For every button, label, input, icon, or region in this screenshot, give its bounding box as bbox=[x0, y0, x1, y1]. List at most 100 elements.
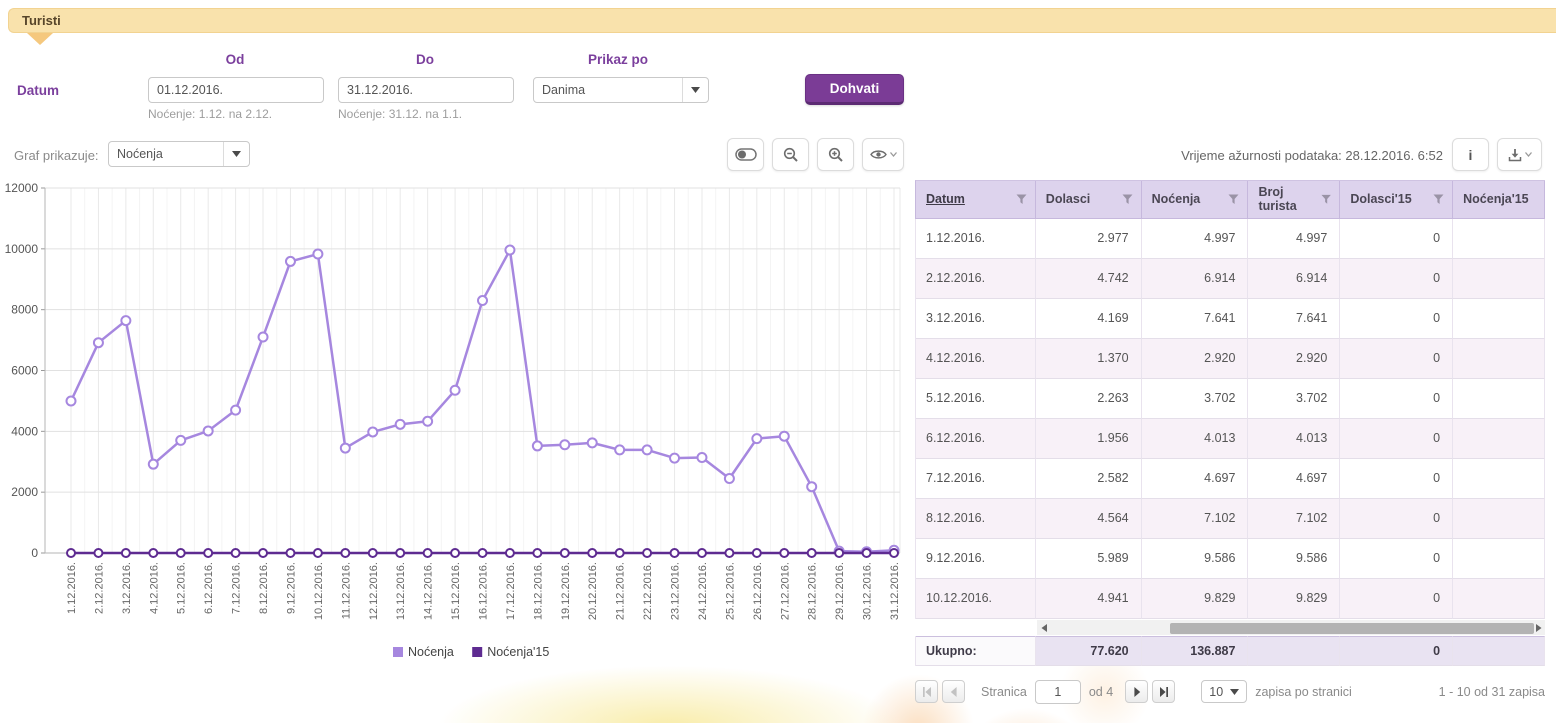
table-cell: 0 bbox=[1340, 539, 1453, 579]
table-row[interactable]: 1.12.2016.2.9774.9974.9970 bbox=[915, 219, 1545, 259]
svg-text:6000: 6000 bbox=[11, 364, 38, 378]
dohvati-button[interactable]: Dohvati bbox=[805, 74, 904, 105]
filter-icon[interactable] bbox=[1122, 194, 1133, 205]
column-header-5[interactable]: Dolasci'15 bbox=[1340, 181, 1453, 219]
od-label: Od bbox=[210, 52, 260, 67]
horizontal-scrollbar[interactable] bbox=[915, 619, 1545, 636]
table-row[interactable]: 9.12.2016.5.9899.5869.5860 bbox=[915, 539, 1545, 579]
table-cell: 4.697 bbox=[1142, 459, 1249, 499]
table-row[interactable]: 2.12.2016.4.7426.9146.9140 bbox=[915, 259, 1545, 299]
svg-text:29.12.2016.: 29.12.2016. bbox=[834, 562, 846, 620]
filter-icon[interactable] bbox=[1321, 194, 1331, 205]
date-to-hint: Noćenje: 31.12. na 1.1. bbox=[338, 107, 462, 121]
svg-text:6.12.2016.: 6.12.2016. bbox=[203, 562, 215, 614]
table-cell: 4.697 bbox=[1248, 459, 1340, 499]
toggle-icon bbox=[735, 148, 757, 161]
table-header-row: DatumDolasciNoćenjaBroj turistaDolasci'1… bbox=[915, 180, 1545, 219]
tab-turisti-label: Turisti bbox=[22, 13, 61, 28]
date-from-field bbox=[148, 77, 324, 103]
table-row[interactable]: 7.12.2016.2.5824.6974.6970 bbox=[915, 459, 1545, 499]
total-value: 77.620 bbox=[1036, 636, 1142, 666]
table-cell: 7.102 bbox=[1142, 499, 1249, 539]
table-cell: 10.12.2016. bbox=[916, 579, 1036, 619]
column-header-4[interactable]: Broj turista bbox=[1248, 181, 1340, 219]
svg-text:4000: 4000 bbox=[11, 424, 38, 438]
eye-icon bbox=[870, 149, 887, 160]
svg-text:19.12.2016.: 19.12.2016. bbox=[560, 562, 572, 620]
table-row[interactable]: 8.12.2016.4.5647.1027.1020 bbox=[915, 499, 1545, 539]
scroll-right-icon[interactable] bbox=[1533, 622, 1544, 635]
export-button[interactable] bbox=[1497, 138, 1542, 171]
filter-icon[interactable] bbox=[1433, 194, 1444, 205]
table-cell: 2.582 bbox=[1036, 459, 1142, 499]
svg-text:28.12.2016.: 28.12.2016. bbox=[807, 562, 819, 620]
svg-text:26.12.2016.: 26.12.2016. bbox=[752, 562, 764, 620]
table-cell: 2.920 bbox=[1248, 339, 1340, 379]
info-icon: i bbox=[1469, 147, 1473, 163]
svg-text:27.12.2016.: 27.12.2016. bbox=[779, 562, 791, 620]
svg-text:2.12.2016.: 2.12.2016. bbox=[93, 562, 105, 614]
date-from-input[interactable] bbox=[149, 78, 324, 102]
app: Turisti Od Do Prikaz po Datum Danima Doh… bbox=[0, 0, 1556, 723]
column-header-2[interactable]: Dolasci bbox=[1036, 181, 1142, 219]
data-table: DatumDolasciNoćenjaBroj turistaDolasci'1… bbox=[915, 180, 1545, 666]
table-cell bbox=[1453, 219, 1545, 259]
scrollbar-thumb[interactable] bbox=[1170, 623, 1534, 634]
svg-text:20.12.2016.: 20.12.2016. bbox=[587, 562, 599, 620]
column-header-3[interactable]: Noćenja bbox=[1142, 181, 1249, 219]
total-value bbox=[1248, 636, 1340, 666]
page-number-input[interactable] bbox=[1035, 680, 1081, 704]
date-to-input[interactable] bbox=[339, 78, 514, 102]
svg-text:2000: 2000 bbox=[11, 485, 38, 499]
table-row[interactable]: 10.12.2016.4.9419.8299.8290 bbox=[915, 579, 1545, 619]
table-row[interactable]: 6.12.2016.1.9564.0134.0130 bbox=[915, 419, 1545, 459]
table-cell bbox=[1453, 579, 1545, 619]
next-page-button[interactable] bbox=[1125, 680, 1148, 703]
prikaz-po-select[interactable]: Danima bbox=[533, 77, 709, 103]
table-cell bbox=[1453, 379, 1545, 419]
table-cell: 2.977 bbox=[1036, 219, 1142, 259]
svg-text:8000: 8000 bbox=[11, 303, 38, 317]
info-button[interactable]: i bbox=[1452, 138, 1489, 171]
table-cell: 0 bbox=[1340, 499, 1453, 539]
scroll-left-icon[interactable] bbox=[1038, 622, 1049, 635]
table-row[interactable]: 4.12.2016.1.3702.9202.9200 bbox=[915, 339, 1545, 379]
previous-page-button[interactable] bbox=[942, 680, 965, 703]
zoom-in-button[interactable] bbox=[817, 138, 854, 171]
chevron-down-icon bbox=[1525, 152, 1532, 157]
table-cell: 5.989 bbox=[1036, 539, 1142, 579]
svg-text:7.12.2016.: 7.12.2016. bbox=[231, 562, 243, 614]
table-cell: 3.702 bbox=[1248, 379, 1340, 419]
first-page-button[interactable] bbox=[915, 680, 938, 703]
series-visibility-button[interactable] bbox=[862, 138, 904, 171]
svg-text:10.12.2016.: 10.12.2016. bbox=[313, 562, 325, 620]
table-row[interactable]: 5.12.2016.2.2633.7023.7020 bbox=[915, 379, 1545, 419]
table-total-row: Ukupno:77.620136.8870 bbox=[915, 636, 1545, 666]
table-cell: 0 bbox=[1340, 419, 1453, 459]
column-header-1[interactable]: Datum bbox=[916, 181, 1036, 219]
svg-text:Noćenja'15: Noćenja'15 bbox=[487, 645, 549, 659]
table-cell: 1.370 bbox=[1036, 339, 1142, 379]
datum-label: Datum bbox=[17, 83, 59, 98]
table-cell: 4.742 bbox=[1036, 259, 1142, 299]
svg-text:8.12.2016.: 8.12.2016. bbox=[258, 562, 270, 614]
graf-prikazuje-select[interactable]: Noćenja bbox=[108, 141, 250, 167]
tab-turisti[interactable]: Turisti bbox=[8, 8, 1556, 33]
table-cell: 6.914 bbox=[1142, 259, 1249, 299]
last-page-button[interactable] bbox=[1152, 680, 1175, 703]
filter-icon[interactable] bbox=[1016, 194, 1027, 205]
zoom-out-button[interactable] bbox=[772, 138, 809, 171]
table-cell bbox=[1453, 419, 1545, 459]
chevron-down-icon bbox=[223, 142, 249, 166]
column-header-6[interactable]: Noćenja'15 bbox=[1453, 181, 1545, 219]
table-cell: 0 bbox=[1340, 219, 1453, 259]
table-cell: 0 bbox=[1340, 459, 1453, 499]
page-size-select[interactable]: 10 bbox=[1201, 680, 1247, 703]
graf-prikazuje-value: Noćenja bbox=[109, 142, 223, 166]
table-cell: 7.641 bbox=[1248, 299, 1340, 339]
filter-icon[interactable] bbox=[1228, 194, 1239, 205]
chart-toggle-button[interactable] bbox=[727, 138, 764, 171]
table-row[interactable]: 3.12.2016.4.1697.6417.6410 bbox=[915, 299, 1545, 339]
zoom-in-icon bbox=[828, 147, 844, 163]
table-cell: 7.12.2016. bbox=[916, 459, 1036, 499]
